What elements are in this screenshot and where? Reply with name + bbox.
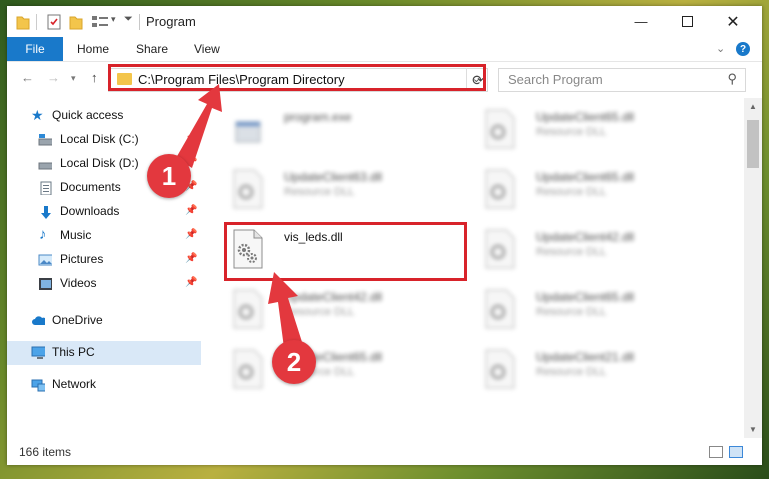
arrow-1 bbox=[176, 84, 222, 168]
annotation-arrows bbox=[176, 84, 302, 348]
arrow-2 bbox=[268, 272, 302, 348]
callout-1: 1 bbox=[147, 154, 191, 198]
callout-2: 2 bbox=[272, 340, 316, 384]
